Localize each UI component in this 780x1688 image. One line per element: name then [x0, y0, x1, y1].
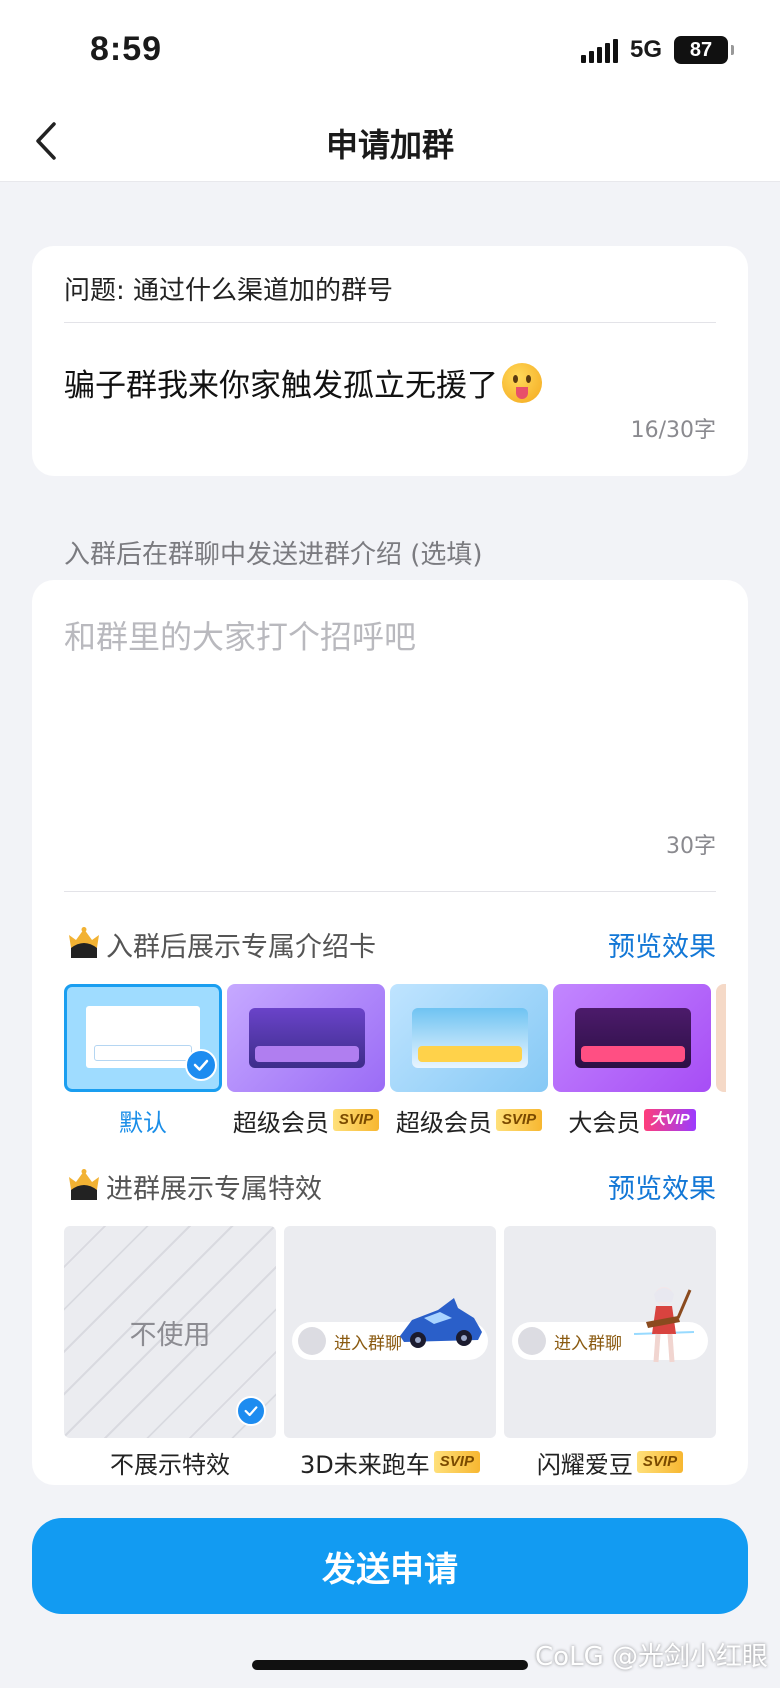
watermark: CoLG @光剑小红眼 [535, 1642, 768, 1672]
crown-icon [69, 927, 99, 958]
svip-badge: SVIP [495, 1109, 543, 1131]
effect-option-none[interactable]: 不使用 [64, 1226, 276, 1438]
send-request-button[interactable]: 发送申请 [32, 1518, 748, 1614]
card-preview-button [255, 1046, 359, 1062]
intro-card-option-svip-1[interactable] [227, 984, 385, 1092]
effect-label-text: 不展示特效 [110, 1450, 230, 1479]
effect-label: 3D未来跑车 SVIP [284, 1442, 496, 1482]
card-label-text: 超级会员 [232, 1108, 329, 1137]
check-icon [185, 1049, 217, 1081]
intro-char-count: 30字 [666, 834, 716, 859]
effect-labels: 不展示特效 3D未来跑车 SVIP 闪耀爱豆 SVIP [64, 1442, 716, 1482]
svip-badge: SVIP [332, 1109, 380, 1131]
svip-badge: SVIP [636, 1451, 684, 1473]
signal-icon [580, 37, 618, 63]
intro-card-option-vip[interactable] [553, 984, 711, 1092]
effect-options: 不使用 进入群聊 进入群聊 [64, 1226, 716, 1438]
enter-group-text: 进入群聊 [334, 1333, 402, 1354]
answer-text: 骗子群我来你家触发孤立无援了 [64, 368, 498, 404]
answer-char-count: 16/30字 [630, 418, 716, 443]
intro-card-label: 默认 [64, 1100, 222, 1140]
effects-preview-link[interactable]: 预览效果 [608, 1167, 716, 1206]
card-label-text: 大会员 [568, 1108, 641, 1137]
divider [64, 322, 716, 323]
intro-card-preview-link[interactable]: 预览效果 [608, 925, 716, 964]
network-label: 5G [629, 36, 662, 63]
status-indicators: 5G 87 [580, 36, 734, 64]
idol-guitar-icon [634, 1287, 694, 1363]
page-title: 申请加群 [325, 126, 454, 164]
status-bar: 8:59 5G 87 [0, 0, 780, 102]
home-indicator [252, 1660, 528, 1670]
intro-card-option-default[interactable] [64, 984, 222, 1092]
intro-textarea[interactable] [64, 612, 714, 812]
question-label: 问题: 通过什么渠道加的群号 [64, 276, 394, 306]
intro-card-section-title: 入群后展示专属介绍卡 [106, 931, 376, 963]
card-preview-button [581, 1046, 685, 1062]
intro-card-section-header: 入群后展示专属介绍卡 预览效果 [66, 922, 716, 966]
effect-option-sports-car[interactable]: 进入群聊 [284, 1226, 496, 1438]
intro-card-label: 超级会员 SVIP [227, 1100, 385, 1140]
intro-card-option-svip-2[interactable] [390, 984, 548, 1092]
intro-card-options [64, 984, 748, 1096]
effect-label-text: 闪耀爱豆 [536, 1450, 633, 1479]
status-time: 8:59 [90, 30, 163, 68]
intro-card-labels: 默认 超级会员 SVIP 超级会员 SVIP 大会员 大VIP [64, 1100, 748, 1140]
card-preview [86, 1006, 200, 1068]
intro-card-option-more[interactable] [716, 984, 726, 1092]
avatar [298, 1327, 326, 1355]
effects-section-title: 进群展示专属特效 [106, 1173, 322, 1205]
check-icon [236, 1396, 266, 1426]
crown-icon [69, 1169, 99, 1200]
vip-badge: 大VIP [644, 1109, 696, 1131]
question-card: 问题: 通过什么渠道加的群号 骗子群我来你家触发孤立无援了 16/30字 [32, 246, 748, 476]
nav-bar: 申请加群 [0, 102, 780, 182]
sports-car-icon [400, 1298, 482, 1348]
effects-section-header: 进群展示专属特效 预览效果 [66, 1164, 716, 1208]
avatar [518, 1327, 546, 1355]
svip-badge: SVIP [433, 1451, 480, 1473]
effect-label-text: 3D未来跑车 [300, 1450, 430, 1479]
effect-option-idol[interactable]: 进入群聊 [504, 1226, 716, 1438]
intro-card-label: 大会员 大VIP [553, 1100, 711, 1140]
enter-group-text: 进入群聊 [554, 1333, 622, 1354]
battery-level: 87 [689, 38, 713, 61]
answer-input[interactable]: 骗子群我来你家触发孤立无援了 [64, 360, 542, 405]
divider [64, 891, 716, 892]
intro-hint: 入群后在群聊中发送进群介绍 (选填) [64, 540, 483, 570]
intro-card-label: 超级会员 SVIP [390, 1100, 548, 1140]
no-effect-text: 不使用 [129, 1319, 211, 1351]
tongue-out-emoji-icon [502, 362, 542, 403]
effect-label: 不展示特效 [64, 1442, 276, 1482]
effect-label: 闪耀爱豆 SVIP [504, 1442, 716, 1482]
card-label-text: 默认 [119, 1108, 167, 1137]
card-label-text: 超级会员 [395, 1108, 492, 1137]
battery-icon: 87 [674, 36, 734, 64]
card-preview-button [418, 1046, 522, 1062]
intro-card: 30字 入群后展示专属介绍卡 预览效果 [32, 580, 748, 1485]
